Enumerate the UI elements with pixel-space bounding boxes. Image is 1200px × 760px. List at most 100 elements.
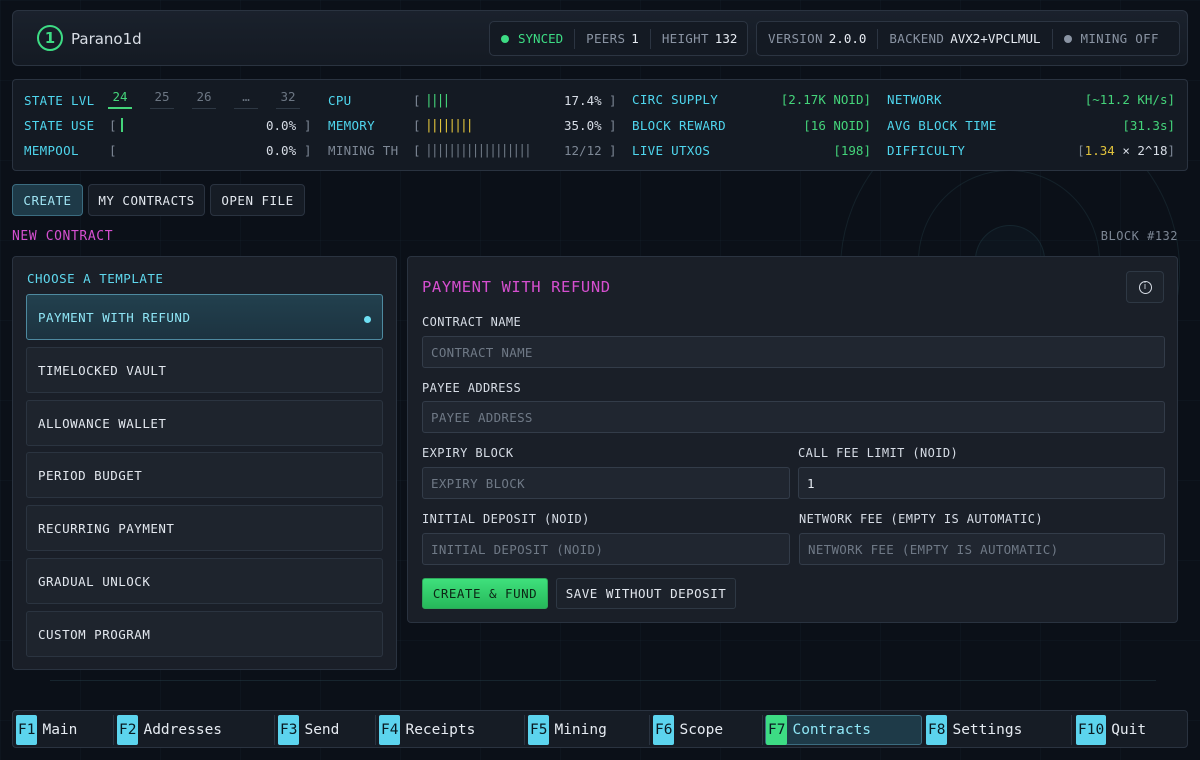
payee-address-input[interactable] bbox=[422, 401, 1165, 433]
mining-dot-icon bbox=[1063, 34, 1072, 43]
mining-threads-bars: |||||||||||||||||| bbox=[425, 143, 532, 158]
info-button[interactable]: i bbox=[1126, 271, 1164, 303]
fkey-receipts[interactable]: F4 Receipts bbox=[379, 715, 525, 745]
fkey-label: Contracts bbox=[792, 722, 872, 738]
fkey-settings[interactable]: F8 Settings bbox=[926, 715, 1072, 745]
fkey-key: F2 bbox=[117, 715, 139, 745]
template-payment-with-refund[interactable]: PAYMENT WITH REFUND bbox=[26, 294, 383, 340]
height-value: 132 bbox=[714, 31, 738, 46]
contract-name-input[interactable] bbox=[422, 336, 1165, 368]
memory-bars: |||||||| bbox=[425, 118, 474, 133]
fkey-key: F4 bbox=[379, 715, 401, 745]
fkey-contracts[interactable]: F7 Contracts bbox=[765, 715, 922, 745]
state-level-26[interactable]: 26 bbox=[192, 89, 216, 109]
template-custom-program[interactable]: CUSTOM PROGRAM bbox=[26, 611, 383, 657]
difficulty-exponent: × 2^18 bbox=[1122, 143, 1168, 158]
cpu-label: CPU bbox=[328, 93, 352, 108]
network-fee-input[interactable] bbox=[799, 533, 1165, 565]
backend-label: BACKEND bbox=[889, 31, 945, 46]
cpu-value: 17.4% bbox=[564, 93, 602, 108]
expiry-block-input[interactable] bbox=[422, 467, 790, 499]
difficulty-mantissa: 1.34 bbox=[1084, 143, 1115, 158]
state-use-label: STATE USE bbox=[24, 118, 95, 133]
initial-deposit-input[interactable] bbox=[422, 533, 790, 565]
fkey-addresses[interactable]: F2 Addresses bbox=[117, 715, 275, 745]
live-utxos-value: [198] bbox=[833, 143, 871, 158]
fkey-label: Main bbox=[42, 722, 78, 738]
peers-value: 1 bbox=[631, 31, 639, 46]
fkey-label: Addresses bbox=[143, 722, 223, 738]
template-gradual-unlock[interactable]: GRADUAL UNLOCK bbox=[26, 558, 383, 604]
height-label: HEIGHT bbox=[661, 31, 709, 46]
fkey-send[interactable]: F3 Send bbox=[278, 715, 376, 745]
template-allowance-wallet[interactable]: ALLOWANCE WALLET bbox=[26, 400, 383, 446]
fkey-label: Quit bbox=[1111, 722, 1147, 738]
fkey-quit[interactable]: F10 Quit bbox=[1076, 715, 1184, 745]
save-without-deposit-button[interactable]: SAVE WITHOUT DEPOSIT bbox=[556, 578, 736, 609]
function-key-bar: F1 Main F2 Addresses F3 Send F4 Receipts F5 M… bbox=[12, 710, 1188, 748]
template-label: TIMELOCKED VAULT bbox=[38, 362, 167, 378]
stats-panel: STATE LVL 24 25 26 … 32 STATE USE [ 0.0%… bbox=[12, 79, 1188, 171]
network-value: [~11.2 KH/s] bbox=[1084, 92, 1175, 107]
call-fee-limit-input[interactable] bbox=[798, 467, 1165, 499]
app-logo-icon: 1 bbox=[37, 25, 63, 51]
peers-status: PEERS 1 bbox=[574, 28, 650, 49]
memory-bracket-close: ] bbox=[609, 118, 617, 133]
fkey-key: F3 bbox=[278, 715, 300, 745]
block-reward-label: BLOCK REWARD bbox=[632, 118, 726, 133]
mining-th-bracket-close: ] bbox=[609, 143, 617, 158]
fkey-key: F6 bbox=[653, 715, 675, 745]
fkey-scope[interactable]: F6 Scope bbox=[653, 715, 763, 745]
section-title: NEW CONTRACT bbox=[12, 229, 114, 244]
form-title: PAYMENT WITH REFUND bbox=[422, 278, 611, 296]
template-label: PERIOD BUDGET bbox=[38, 467, 143, 483]
backend-info: BACKEND AVX2+VPCLMUL bbox=[877, 28, 1051, 49]
avg-block-time-value: [31.3s] bbox=[1122, 118, 1175, 133]
call-fee-limit-label: CALL FEE LIMIT (NOID) bbox=[798, 446, 959, 460]
state-level-32[interactable]: 32 bbox=[276, 89, 300, 109]
fkey-key: F5 bbox=[528, 715, 550, 745]
state-level-24[interactable]: 24 bbox=[108, 89, 132, 109]
fkey-label: Settings bbox=[952, 722, 1023, 738]
template-label: PAYMENT WITH REFUND bbox=[38, 309, 191, 325]
state-level-25[interactable]: 25 bbox=[150, 89, 174, 109]
template-label: GRADUAL UNLOCK bbox=[38, 573, 151, 589]
mining-threads-value: 12/12 bbox=[564, 143, 602, 158]
network-fee-label: NETWORK FEE (EMPTY IS AUTOMATIC) bbox=[799, 512, 1043, 526]
template-timelocked-vault[interactable]: TIMELOCKED VAULT bbox=[26, 347, 383, 393]
fkey-main[interactable]: F1 Main bbox=[16, 715, 114, 745]
tab-my-contracts[interactable]: MY CONTRACTS bbox=[88, 184, 205, 216]
block-reward-value: [16 NOID] bbox=[803, 118, 871, 133]
tab-open-file[interactable]: OPEN FILE bbox=[210, 184, 305, 216]
cpu-bracket-close: ] bbox=[609, 93, 617, 108]
info-icon: i bbox=[1138, 280, 1152, 294]
tab-create[interactable]: CREATE bbox=[12, 184, 83, 216]
mempool-bracket-open: [ bbox=[109, 143, 117, 158]
fkey-label: Send bbox=[304, 722, 340, 738]
template-period-budget[interactable]: PERIOD BUDGET bbox=[26, 452, 383, 498]
version-value: 2.0.0 bbox=[828, 31, 867, 46]
sync-dot-icon bbox=[501, 34, 509, 43]
mempool-value: 0.0% bbox=[266, 143, 297, 158]
network-label: NETWORK bbox=[887, 92, 942, 107]
app-header: 1 Parano1d SYNCED PEERS 1 HEIGHT 132 VER… bbox=[12, 10, 1188, 66]
difficulty-value: [1.34 × 2^18] bbox=[1077, 143, 1175, 158]
avg-block-time-label: AVG BLOCK TIME bbox=[887, 118, 997, 133]
difficulty-bracket-open: [ bbox=[1077, 143, 1085, 158]
cpu-bars: |||| bbox=[425, 93, 450, 108]
mining-threads-label: MINING TH bbox=[328, 143, 399, 158]
backend-value: AVX2+VPCLMUL bbox=[950, 31, 1041, 46]
state-level-selector: 24 25 26 … 32 bbox=[108, 89, 300, 109]
expiry-block-label: EXPIRY BLOCK bbox=[422, 446, 514, 460]
state-use-bracket-open: [ bbox=[109, 118, 117, 133]
template-recurring-payment[interactable]: RECURRING PAYMENT bbox=[26, 505, 383, 551]
difficulty-bracket-close: ] bbox=[1167, 143, 1175, 158]
difficulty-label: DIFFICULTY bbox=[887, 143, 966, 158]
circ-supply-label: CIRC SUPPLY bbox=[632, 92, 719, 107]
state-use-bracket-close: ] bbox=[304, 118, 312, 133]
create-and-fund-button[interactable]: CREATE & FUND bbox=[422, 578, 548, 609]
template-label: RECURRING PAYMENT bbox=[38, 520, 175, 536]
contract-name-label: CONTRACT NAME bbox=[422, 315, 522, 329]
fkey-mining[interactable]: F5 Mining bbox=[528, 715, 650, 745]
node-info-pill: VERSION 2.0.0 BACKEND AVX2+VPCLMUL MININ… bbox=[756, 21, 1180, 56]
